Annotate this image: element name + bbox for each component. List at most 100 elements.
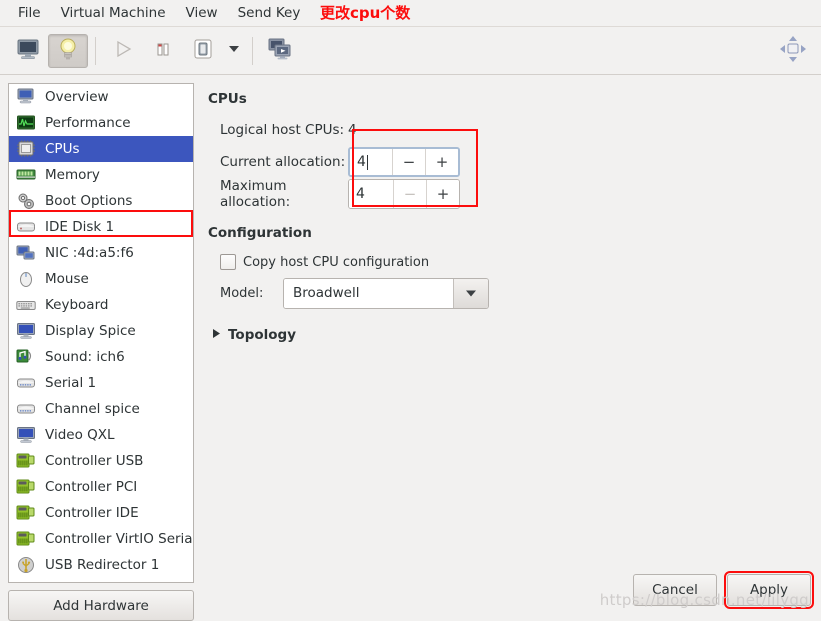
cpu-model-dropdown[interactable]: Broadwell <box>283 277 489 309</box>
pause-button[interactable] <box>143 34 183 68</box>
keyboard-icon <box>15 295 37 315</box>
sidebar-item-keyboard[interactable]: Keyboard <box>9 292 193 318</box>
sidebar-item-label: NIC :4d:a5:f6 <box>45 245 134 261</box>
menu-virtual-machine[interactable]: Virtual Machine <box>51 2 176 24</box>
sidebar-item-channel-spice[interactable]: Channel spice <box>9 396 193 422</box>
current-allocation-label: Current allocation: <box>220 154 346 170</box>
sidebar-item-label: Controller USB <box>45 453 144 469</box>
sidebar-item-label: Video QXL <box>45 427 115 443</box>
sidebar-item-ide-disk-1[interactable]: IDE Disk 1 <box>9 214 193 240</box>
toolbar-separator-2 <box>252 36 253 65</box>
dialog-footer: Cancel Apply <box>0 561 821 619</box>
shutdown-button[interactable] <box>183 34 223 68</box>
sidebar-item-controller-usb[interactable]: Controller USB <box>9 448 193 474</box>
hardware-list[interactable]: Overview Performance CPUs Memory Boot Option… <box>8 83 194 583</box>
dropdown-arrow-icon[interactable] <box>453 278 488 308</box>
copy-host-cpu-checkbox[interactable] <box>220 254 236 270</box>
chevron-down-icon <box>228 43 240 58</box>
maximum-allocation-spinner[interactable]: 4 − + <box>348 179 460 209</box>
sidebar-item-label: Controller PCI <box>45 479 138 495</box>
controller-card-icon <box>15 503 37 523</box>
logical-host-cpus-value: 4 <box>348 122 357 138</box>
memory-stick-icon <box>15 165 37 185</box>
sidebar-item-label: Sound: ich6 <box>45 349 125 365</box>
current-allocation-value: 4 <box>357 154 366 170</box>
sidebar-item-controller-virtio-serial[interactable]: Controller VirtIO Serial <box>9 526 193 552</box>
shutdown-icon <box>191 37 215 65</box>
cpu-model-value: Broadwell <box>284 278 453 308</box>
chevron-right-icon <box>212 327 221 343</box>
current-allocation-increment-button[interactable]: + <box>425 149 458 175</box>
copy-host-cpu-label: Copy host CPU configuration <box>243 254 430 270</box>
cpu-settings-pane: CPUs Logical host CPUs: 4 Current alloca… <box>194 83 813 621</box>
sidebar-item-serial-1[interactable]: Serial 1 <box>9 370 193 396</box>
pause-icon <box>153 39 173 63</box>
disk-icon <box>15 217 37 237</box>
controller-card-icon <box>15 477 37 497</box>
sidebar-item-video-qxl[interactable]: Video QXL <box>9 422 193 448</box>
hardware-sidebar: Overview Performance CPUs Memory Boot Option… <box>8 83 194 621</box>
snapshots-button[interactable] <box>260 34 300 68</box>
copy-host-cpu-row[interactable]: Copy host CPU configuration <box>208 249 813 275</box>
sidebar-item-label: Memory <box>45 167 100 183</box>
shutdown-dropdown-button[interactable] <box>223 35 245 67</box>
sidebar-item-memory[interactable]: Memory <box>9 162 193 188</box>
sidebar-item-overview[interactable]: Overview <box>9 84 193 110</box>
display-icon <box>15 321 37 341</box>
maximum-allocation-increment-button[interactable]: + <box>426 180 459 208</box>
cpus-section-title: CPUs <box>208 91 247 107</box>
maximum-allocation-input[interactable]: 4 <box>349 180 393 208</box>
show-details-button[interactable] <box>48 33 88 68</box>
sidebar-item-label: CPUs <box>45 141 80 157</box>
current-allocation-spinner[interactable]: 4 − + <box>348 147 460 177</box>
logical-host-cpus-label: Logical host CPUs: <box>220 122 345 138</box>
sidebar-item-label: Channel spice <box>45 401 140 417</box>
toolbar <box>0 27 821 75</box>
sidebar-item-cpus[interactable]: CPUs <box>9 136 193 162</box>
topology-label: Topology <box>228 327 296 343</box>
fullscreen-button[interactable] <box>773 34 813 68</box>
lightbulb-icon <box>57 37 79 65</box>
sidebar-item-label: Display Spice <box>45 323 136 339</box>
play-icon <box>113 39 133 63</box>
toolbar-separator-1 <box>95 36 96 65</box>
menu-view[interactable]: View <box>176 2 228 24</box>
menu-file[interactable]: File <box>8 2 51 24</box>
sidebar-item-label: Performance <box>45 115 131 131</box>
cpu-chip-icon <box>15 139 37 159</box>
sidebar-item-mouse[interactable]: Mouse <box>9 266 193 292</box>
sidebar-item-label: Mouse <box>45 271 89 287</box>
screens-icon <box>267 37 293 65</box>
sidebar-item-label: Serial 1 <box>45 375 97 391</box>
monitor-icon <box>15 87 37 107</box>
apply-button[interactable]: Apply <box>724 571 814 609</box>
sidebar-item-sound-ich6[interactable]: Sound: ich6 <box>9 344 193 370</box>
menu-bar: File Virtual Machine View Send Key 更改cpu… <box>0 0 821 27</box>
maximum-allocation-label: Maximum allocation: <box>220 178 291 210</box>
configuration-section-title: Configuration <box>208 225 312 241</box>
controller-card-icon <box>15 451 37 471</box>
maximum-allocation-row: Maximum allocation: 4 − + <box>208 178 813 210</box>
sidebar-item-performance[interactable]: Performance <box>9 110 193 136</box>
fullscreen-expand-icon <box>778 34 808 68</box>
sidebar-item-label: Boot Options <box>45 193 133 209</box>
current-allocation-row: Current allocation: 4 − + <box>208 147 813 177</box>
sidebar-item-label: Overview <box>45 89 109 105</box>
topology-expander[interactable]: Topology <box>208 327 813 343</box>
serial-port-icon <box>15 373 37 393</box>
run-button[interactable] <box>103 34 143 68</box>
current-allocation-input[interactable]: 4 <box>350 149 392 175</box>
sidebar-item-nic-4d-a5-f6[interactable]: NIC :4d:a5:f6 <box>9 240 193 266</box>
controller-card-icon <box>15 529 37 549</box>
sidebar-item-label: Controller IDE <box>45 505 139 521</box>
sidebar-item-boot-options[interactable]: Boot Options <box>9 188 193 214</box>
menu-send-key[interactable]: Send Key <box>228 2 311 24</box>
cancel-button[interactable]: Cancel <box>633 574 717 606</box>
show-console-button[interactable] <box>8 34 48 68</box>
sidebar-item-label: Keyboard <box>45 297 109 313</box>
current-allocation-decrement-button[interactable]: − <box>392 149 425 175</box>
sidebar-item-label: IDE Disk 1 <box>45 219 115 235</box>
sidebar-item-display-spice[interactable]: Display Spice <box>9 318 193 344</box>
sidebar-item-controller-pci[interactable]: Controller PCI <box>9 474 193 500</box>
sidebar-item-controller-ide[interactable]: Controller IDE <box>9 500 193 526</box>
